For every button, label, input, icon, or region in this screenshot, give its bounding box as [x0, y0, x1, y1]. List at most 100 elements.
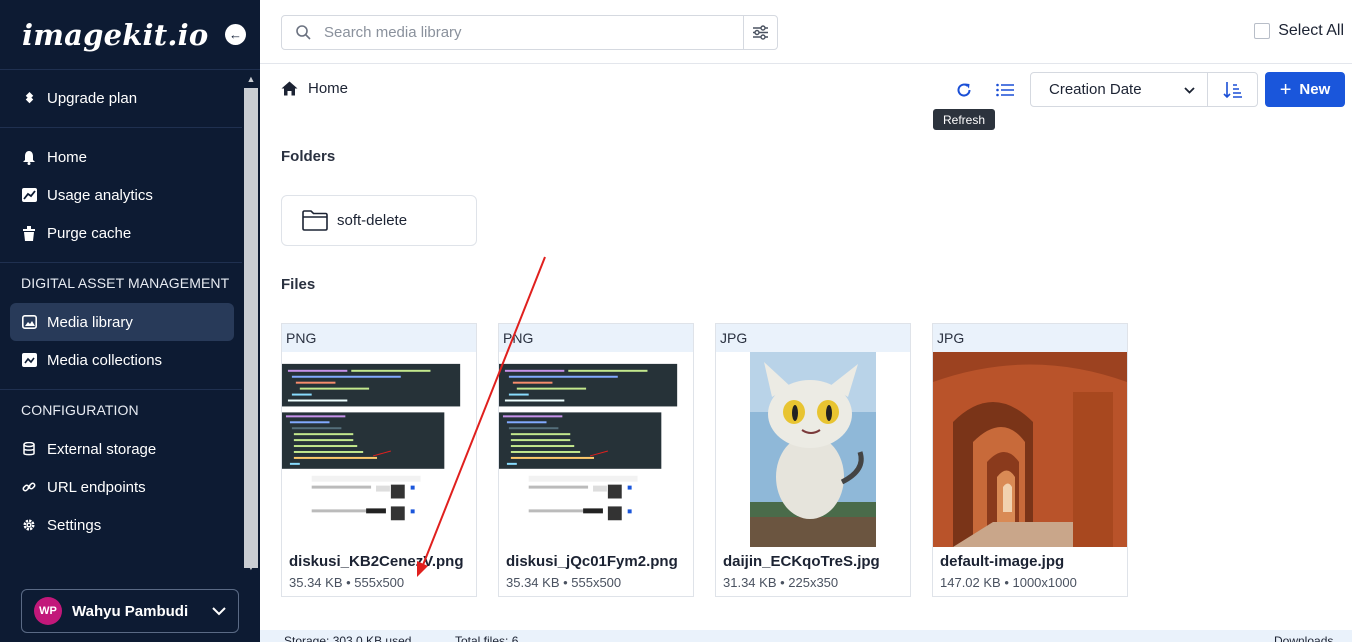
file-type-badge: PNG	[499, 324, 693, 352]
file-type-badge: JPG	[716, 324, 910, 352]
refresh-button[interactable]	[951, 78, 977, 102]
section-heading-dam: DIGITAL ASSET MANAGEMENT	[21, 275, 230, 291]
bell-icon	[21, 150, 37, 165]
dam-nav: DIGITAL ASSET MANAGEMENT Media library M…	[0, 263, 260, 390]
file-thumbnail	[499, 352, 693, 547]
sort-direction-button[interactable]	[1207, 72, 1258, 107]
sidebar-item-label: Home	[47, 148, 88, 166]
file-meta: 147.02 KB • 1000x1000	[940, 575, 1077, 590]
collection-icon	[21, 353, 37, 367]
storage-used: Storage: 303.0 KB used	[284, 634, 412, 642]
upgrade-section: Upgrade plan	[0, 70, 260, 128]
sidebar-item-settings[interactable]: Settings	[10, 506, 234, 544]
gear-icon	[21, 518, 37, 532]
folder-name: soft-delete	[337, 212, 408, 229]
list-icon	[996, 83, 1014, 97]
file-card[interactable]: PNG diskusi_KB2CenezV.png 35.34 KB • 555…	[281, 323, 477, 597]
file-meta: 35.34 KB • 555x500	[289, 575, 405, 590]
sidebar-item-label: Usage analytics	[47, 186, 153, 204]
file-card[interactable]: JPG daijin_ECKqoTreS.jpg 31.34 KB • 225x…	[715, 323, 911, 597]
sidebar-item-media-library[interactable]: Media library	[10, 303, 234, 341]
chart-icon	[21, 188, 37, 202]
sidebar-item-label: Media library	[47, 313, 133, 331]
home-icon	[281, 81, 298, 96]
list-view-button[interactable]	[992, 78, 1018, 102]
new-button-label: New	[1299, 81, 1331, 98]
folder-icon	[302, 210, 328, 231]
image-icon	[21, 315, 37, 329]
top-bar: Select All	[260, 0, 1352, 64]
trash-icon	[21, 225, 37, 241]
file-thumbnail	[933, 352, 1127, 547]
refresh-tooltip: Refresh	[933, 109, 995, 130]
sidebar-scroll-thumb[interactable]	[244, 88, 258, 568]
sliders-icon	[753, 25, 768, 40]
user-menu-button[interactable]: WP Wahyu Pambudi	[21, 589, 239, 633]
imagekit-logo[interactable]: imagekit.io	[22, 18, 208, 52]
file-meta: 31.34 KB • 225x350	[723, 575, 839, 590]
file-card[interactable]: JPG default-image.jpg 147.02 KB • 1000x1…	[932, 323, 1128, 597]
sidebar-item-media-collections[interactable]: Media collections	[10, 341, 234, 379]
breadcrumb-home[interactable]: Home	[308, 80, 348, 97]
file-thumbnail	[716, 352, 910, 547]
select-all-checkbox[interactable]	[1254, 23, 1271, 39]
downloads-link[interactable]: Downloads	[1274, 634, 1333, 642]
logo-row: imagekit.io ←	[0, 0, 260, 70]
toolbar: Home Creation Date + New	[260, 72, 1352, 108]
folders-heading: Folders	[281, 148, 336, 165]
folder-card[interactable]: soft-delete	[281, 195, 477, 246]
new-button[interactable]: + New	[1265, 72, 1345, 107]
plus-icon: +	[1279, 78, 1292, 101]
main-nav: Home Usage analytics Purge cache	[0, 128, 260, 263]
archway-photo-thumbnail	[933, 352, 1127, 547]
search-input[interactable]	[324, 24, 743, 41]
avatar: WP	[34, 597, 62, 625]
file-type-badge: PNG	[282, 324, 476, 352]
select-all-label: Select All	[1278, 22, 1344, 39]
link-icon	[21, 480, 37, 494]
sidebar-item-upgrade-plan[interactable]: Upgrade plan	[10, 80, 234, 118]
sidebar-item-label: Upgrade plan	[47, 90, 138, 107]
sort-field-select[interactable]: Creation Date	[1030, 72, 1208, 107]
sidebar-item-url-endpoints[interactable]: URL endpoints	[10, 468, 234, 506]
file-name: daijin_ECKqoTreS.jpg	[723, 553, 880, 570]
sidebar-item-label: Media collections	[47, 351, 163, 369]
sidebar: imagekit.io ← Upgrade plan Home Usage an…	[0, 0, 260, 642]
breadcrumb[interactable]: Home	[281, 80, 348, 97]
sidebar-item-label: Purge cache	[47, 224, 132, 242]
status-footer: Storage: 303.0 KB used Total files: 6 Do…	[260, 630, 1352, 642]
file-type-badge: JPG	[933, 324, 1127, 352]
sidebar-item-purge-cache[interactable]: Purge cache	[10, 214, 234, 252]
rocket-icon	[21, 91, 37, 106]
sidebar-item-usage-analytics[interactable]: Usage analytics	[10, 176, 234, 214]
code-screenshot-thumbnail	[282, 363, 461, 521]
sidebar-item-label: Settings	[47, 516, 102, 534]
main-content: Select All Home Creation Date + New	[260, 0, 1352, 642]
chevron-down-icon	[212, 603, 226, 619]
file-name: diskusi_jQc01Fym2.png	[506, 553, 678, 570]
files-heading: Files	[281, 276, 316, 293]
section-heading-configuration: CONFIGURATION	[21, 402, 139, 418]
user-name: Wahyu Pambudi	[72, 602, 189, 620]
total-files: Total files: 6	[455, 634, 519, 642]
file-meta: 35.34 KB • 555x500	[506, 575, 622, 590]
sidebar-item-home[interactable]: Home	[10, 138, 234, 176]
sidebar-item-label: URL endpoints	[47, 478, 146, 496]
config-nav: CONFIGURATION External storage URL endpo…	[0, 390, 260, 544]
file-card[interactable]: PNG diskusi_jQc01Fym2.png 35.34 KB • 555…	[498, 323, 694, 597]
select-all-control[interactable]: Select All	[1254, 22, 1344, 40]
scroll-up-icon[interactable]: ▲	[246, 74, 256, 84]
database-icon	[21, 442, 37, 456]
file-name: diskusi_KB2CenezV.png	[289, 553, 464, 570]
sort-descending-icon	[1222, 81, 1242, 98]
sort-field-value: Creation Date	[1049, 81, 1142, 98]
chevron-down-icon	[1184, 83, 1195, 97]
file-thumbnail	[282, 352, 476, 547]
refresh-icon	[957, 83, 971, 97]
cat-illustration-thumbnail	[750, 352, 876, 547]
code-screenshot-thumbnail	[499, 363, 678, 521]
collapse-sidebar-icon[interactable]: ←	[225, 24, 246, 45]
search-icon	[282, 25, 324, 40]
sidebar-item-external-storage[interactable]: External storage	[10, 430, 234, 468]
filter-settings-button[interactable]	[743, 16, 777, 49]
